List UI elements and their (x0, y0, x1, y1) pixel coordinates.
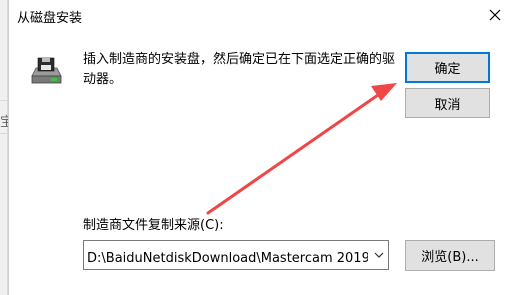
cancel-button[interactable]: 取消 (405, 88, 490, 118)
background-window-edge (0, 0, 8, 295)
copy-from-combobox[interactable]: D:\BaiduNetdiskDownload\Mastercam 2019\注… (83, 240, 389, 270)
install-from-disk-dialog: 从磁盘安装 插入制造商的安装盘，然后确定已在下面选定正确的驱动器。 确定 取消 … (8, 0, 509, 295)
ok-button[interactable]: 确定 (405, 52, 490, 83)
close-icon (489, 9, 501, 21)
close-button[interactable] (480, 0, 509, 30)
dialog-title: 从磁盘安装 (17, 11, 83, 26)
dropdown-button[interactable] (370, 241, 388, 269)
instruction-text: 插入制造商的安装盘，然后确定已在下面选定正确的驱动器。 (83, 52, 396, 87)
background-divider (0, 133, 8, 134)
copy-from-input[interactable]: D:\BaiduNetdiskDownload\Mastercam 2019\注… (87, 247, 368, 266)
browse-button[interactable]: 浏览(B)... (405, 240, 495, 271)
background-divider (0, 100, 8, 101)
chevron-down-icon (374, 252, 384, 258)
floppy-disk-drive-icon (31, 57, 62, 84)
copy-from-label: 制造商文件复制来源(C): (83, 218, 224, 233)
title-bar: 从磁盘安装 (9, 0, 509, 30)
background-text: 宝 (0, 115, 8, 130)
